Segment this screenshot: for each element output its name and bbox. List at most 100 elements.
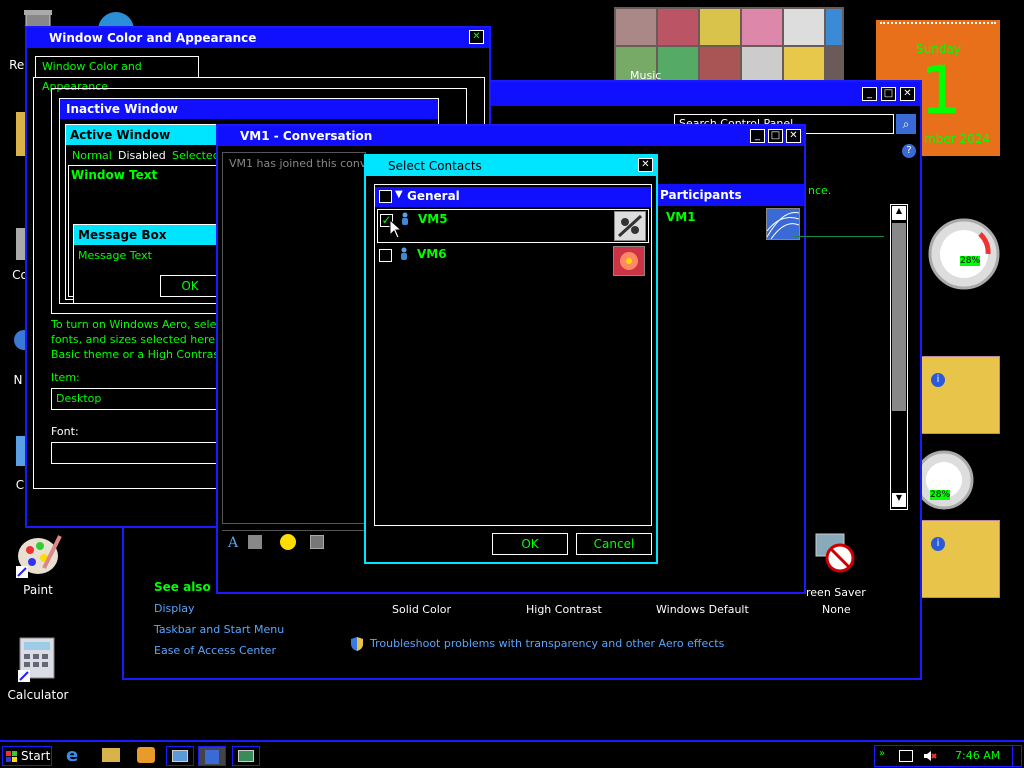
close-button[interactable]: ✕ xyxy=(900,87,915,101)
volume-muted-icon[interactable] xyxy=(923,750,937,762)
gauge-percent: 28% xyxy=(960,256,981,266)
start-label: Start xyxy=(21,749,51,763)
menu-normal: Normal xyxy=(72,149,112,162)
messenger-icon xyxy=(205,750,219,764)
maximize-button[interactable]: □ xyxy=(768,129,783,143)
media-gadget[interactable]: Music xyxy=(614,7,844,85)
calculator-label: Calculator xyxy=(7,688,69,702)
media-player-icon[interactable] xyxy=(137,747,155,763)
contact-status-icon xyxy=(399,247,409,261)
calculator-icon[interactable] xyxy=(16,636,58,684)
contact-avatar-vm6 xyxy=(613,246,645,276)
taskbar-start-menu-link[interactable]: Taskbar and Start Menu xyxy=(154,623,284,636)
group-header[interactable]: ▼ General xyxy=(375,187,651,207)
close-button[interactable]: ✕ xyxy=(786,129,801,143)
save-icon[interactable] xyxy=(310,535,324,549)
font-select[interactable] xyxy=(51,442,221,464)
paint-icon[interactable] xyxy=(14,532,64,580)
show-hidden-icons[interactable]: » xyxy=(879,748,885,759)
troubleshoot-link[interactable]: Troubleshoot problems with transparency … xyxy=(370,637,724,650)
contact-row-vm5[interactable]: ✓ VM5 xyxy=(377,209,649,243)
scroll-down-icon[interactable]: ▼ xyxy=(892,493,906,507)
search-icon[interactable]: ⌕ xyxy=(896,114,916,134)
participant-vm1[interactable]: VM1 xyxy=(666,210,696,224)
participants-header: Participants xyxy=(658,184,804,206)
minimize-button[interactable]: _ xyxy=(750,129,765,143)
monitor-icon xyxy=(172,750,188,762)
menu-selected: Selected xyxy=(172,149,220,162)
task-control-panel[interactable] xyxy=(166,746,194,766)
contact-row-vm6[interactable]: VM6 xyxy=(377,245,649,279)
contacts-list: ▼ General ✓ VM5 VM6 xyxy=(374,184,652,526)
display-link[interactable]: Display xyxy=(154,602,195,615)
show-desktop-button[interactable] xyxy=(1012,745,1022,767)
info-icon: i xyxy=(931,537,945,551)
color-icon[interactable] xyxy=(248,535,262,549)
select-contacts-titlebar[interactable]: Select Contacts xyxy=(366,156,656,176)
active-window-title: Active Window xyxy=(66,125,224,145)
theme-none[interactable]: None xyxy=(822,603,851,616)
album-tile xyxy=(826,9,842,45)
cpu-gauge-gadget[interactable]: 28% xyxy=(920,214,1000,294)
shield-icon xyxy=(350,636,364,652)
emoticon-icon[interactable] xyxy=(280,534,296,550)
maximize-button[interactable]: □ xyxy=(881,87,896,101)
scroll-up-icon[interactable]: ▲ xyxy=(892,206,906,220)
task-appearance[interactable] xyxy=(232,746,260,766)
task-conversation[interactable] xyxy=(198,746,226,766)
network-tray-icon[interactable] xyxy=(899,750,913,762)
album-tile xyxy=(742,9,782,45)
explorer-icon[interactable] xyxy=(102,748,120,762)
internet-explorer-icon[interactable]: e xyxy=(66,747,86,765)
theme-solid-color[interactable]: Solid Color xyxy=(392,603,451,616)
no-screen-saver-icon[interactable] xyxy=(814,532,858,574)
font-icon[interactable]: A xyxy=(228,535,238,551)
calendar-month-year: mber 2024 xyxy=(924,132,990,146)
windows-logo-icon xyxy=(6,750,18,762)
album-tile xyxy=(616,9,656,45)
close-button[interactable]: ✕ xyxy=(638,158,653,172)
select-contacts-dialog: Select Contacts ✕ ▼ General ✓ VM5 VM6 OK… xyxy=(364,154,658,564)
item-select[interactable]: Desktop xyxy=(51,388,221,410)
scrollbar[interactable]: ▲ ▼ xyxy=(890,204,908,510)
minimize-button[interactable]: _ xyxy=(862,87,877,101)
item-label: Item: xyxy=(51,371,80,384)
contact-name-vm5: VM5 xyxy=(418,212,448,226)
album-tile xyxy=(784,47,824,83)
feed-gadget[interactable]: i xyxy=(920,356,1000,434)
ease-of-access-link[interactable]: Ease of Access Center xyxy=(154,644,276,657)
feed-gadget[interactable]: i xyxy=(920,520,1000,598)
message-text: Message Text xyxy=(78,249,152,262)
clock[interactable]: 7:46 AM xyxy=(955,749,1000,762)
paint-label: Paint xyxy=(23,583,53,597)
contact-checkbox-vm6[interactable] xyxy=(379,249,392,262)
aero-info-line-3: Basic theme or a High Contrast xyxy=(51,348,224,361)
album-tile xyxy=(658,47,698,83)
theme-windows-default[interactable]: Windows Default xyxy=(656,603,749,616)
preview-ok-button: OK xyxy=(160,275,220,297)
message-box-title: Message Box xyxy=(74,225,220,245)
collapse-icon[interactable]: ▼ xyxy=(395,189,403,200)
help-icon[interactable]: ? xyxy=(902,144,916,158)
album-tile xyxy=(700,47,740,83)
start-button[interactable]: Start xyxy=(2,746,52,766)
close-button[interactable]: ✕ xyxy=(469,30,484,44)
cancel-button[interactable]: Cancel xyxy=(576,533,652,555)
system-tray: » 7:46 AM xyxy=(874,745,1022,767)
participants-separator xyxy=(794,236,884,237)
ok-button[interactable]: OK xyxy=(492,533,568,555)
play-icon[interactable] xyxy=(742,47,782,83)
theme-high-contrast[interactable]: High Contrast xyxy=(526,603,602,616)
group-label: General xyxy=(407,189,460,203)
tab-appearance[interactable]: Window Color and Appearance xyxy=(35,56,199,93)
appearance-titlebar[interactable]: Window Color and Appearance xyxy=(27,28,489,48)
aero-info-line-1: To turn on Windows Aero, selec xyxy=(51,318,223,331)
contact-name-vm6: VM6 xyxy=(417,247,447,261)
scroll-thumb[interactable] xyxy=(892,223,906,411)
album-tile xyxy=(700,9,740,45)
group-checkbox[interactable] xyxy=(379,190,392,203)
screen-saver-label: reen Saver xyxy=(806,586,866,599)
conversation-titlebar[interactable]: VM1 - Conversation xyxy=(218,126,804,146)
cpu-gauge-gadget[interactable]: 28% xyxy=(914,450,976,510)
calendar-day-number: 1 xyxy=(920,52,962,129)
